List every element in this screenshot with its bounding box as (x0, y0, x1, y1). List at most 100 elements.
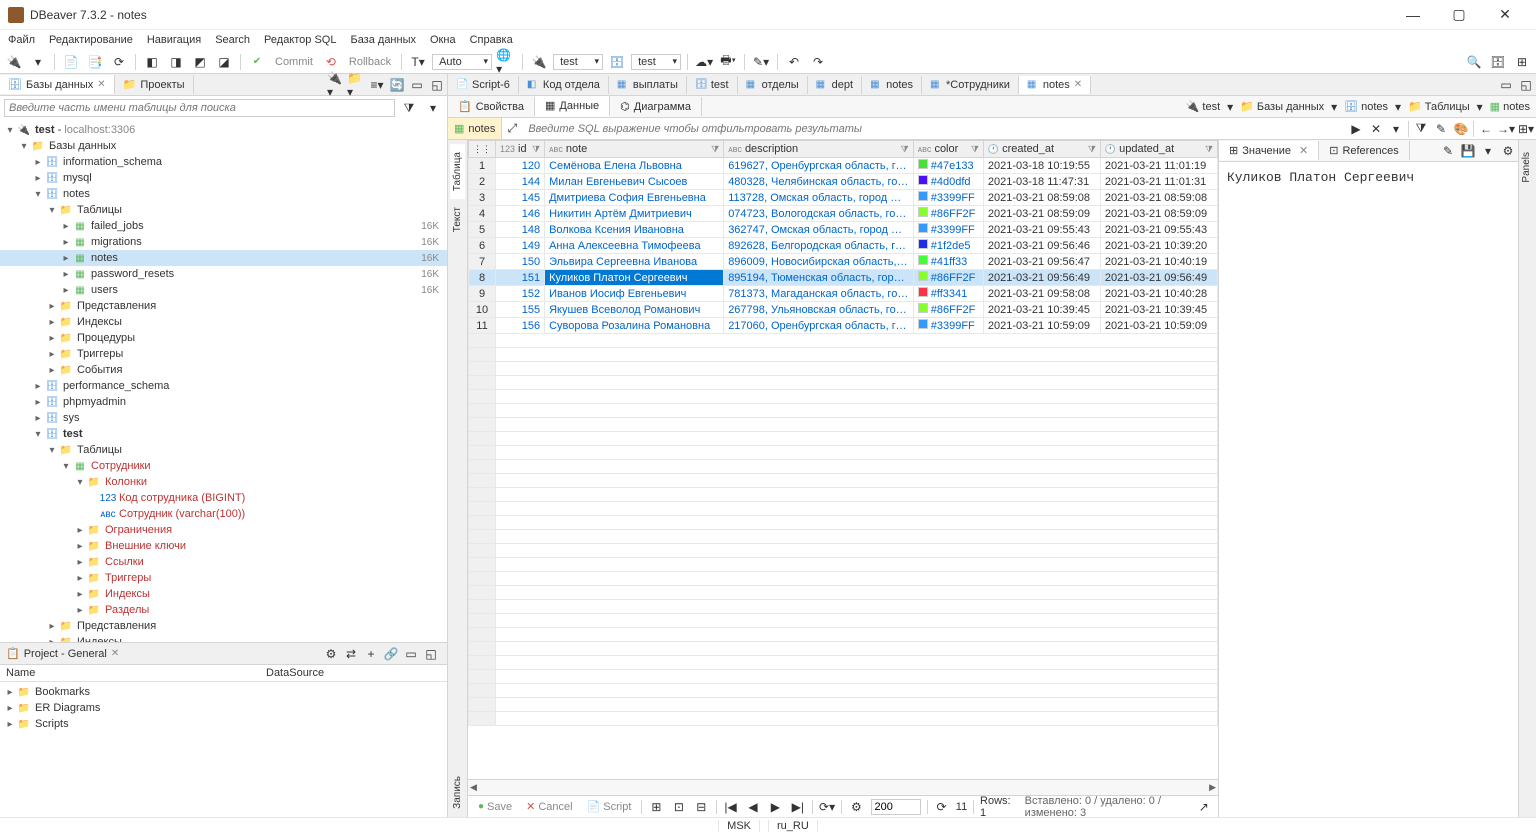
edit-del-icon[interactable]: ⊟ (693, 797, 709, 817)
filter-label[interactable]: ▦notes (448, 118, 502, 139)
cell-updated[interactable]: 2021-03-21 08:59:09 (1100, 206, 1217, 222)
tab-databases[interactable]: 🗄 Базы данных ✕ (0, 75, 115, 94)
filter-funnel-icon[interactable]: ⧩ (1411, 119, 1431, 139)
proj-gear-icon[interactable]: ⚙ (321, 644, 341, 664)
tree-constraints[interactable]: ▸📁Ограничения (0, 522, 447, 538)
cell-updated[interactable]: 2021-03-21 09:55:43 (1100, 222, 1217, 238)
rp-cfg-icon[interactable]: ⚙ (1498, 141, 1518, 161)
tree-fks[interactable]: ▸📁Внешние ключи (0, 538, 447, 554)
cell-updated[interactable]: 2021-03-21 09:56:49 (1100, 270, 1217, 286)
cell-id[interactable]: 120 (496, 158, 545, 174)
filter-ref-icon[interactable]: ⊞▾ (1516, 119, 1536, 139)
txn-button[interactable]: T▾ (408, 52, 428, 72)
tb-pencil-icon[interactable]: ✎▾ (751, 52, 771, 72)
column-header-created_at[interactable]: 🕐created_at⧩ (983, 141, 1100, 158)
cell-desc[interactable]: 896009, Новосибирская область, город Кра… (724, 254, 914, 270)
tree-infoschema[interactable]: ▸🗄information_schema (0, 154, 447, 170)
cell-color[interactable]: #3399FF (913, 190, 983, 206)
data-grid[interactable]: ⋮⋮123id⧩ᴀʙᴄnote⧩ᴀʙᴄdescription⧩ᴀʙᴄcolor⧩… (468, 140, 1218, 779)
filter-expand-icon[interactable]: ⤢ (502, 119, 522, 139)
rownum-header[interactable]: ⋮⋮ (469, 141, 496, 158)
cell-note[interactable]: Семёнова Елена Львовна (545, 158, 724, 174)
subtab-props[interactable]: 📋Свойства (448, 97, 535, 116)
cell-note[interactable]: Эльвира Сергеевна Иванова (545, 254, 724, 270)
cell-note[interactable]: Куликов Платон Сергеевич (545, 270, 724, 286)
rownum-cell[interactable]: 11 (469, 318, 496, 334)
filter-icon[interactable]: ⧩ (971, 144, 979, 155)
filter-icon[interactable]: ⧩ (901, 144, 909, 155)
cell-id[interactable]: 156 (496, 318, 545, 334)
edit-dup-icon[interactable]: ⊡ (671, 797, 687, 817)
vtab-table[interactable]: Таблица (450, 144, 465, 199)
nav-first-icon[interactable]: |◀ (722, 797, 738, 817)
cell-created[interactable]: 2021-03-18 11:47:31 (983, 174, 1100, 190)
cell-color[interactable]: #41ff33 (913, 254, 983, 270)
commit-label[interactable]: Commit (271, 56, 317, 68)
tree-test-indexes[interactable]: ▸📁Индексы (0, 634, 447, 642)
rownum-cell[interactable]: 8 (469, 270, 496, 286)
tree-views[interactable]: ▸📁Представления (0, 298, 447, 314)
rownum-cell[interactable]: 7 (469, 254, 496, 270)
menu-database[interactable]: База данных (350, 34, 416, 46)
maximize-button[interactable]: ▢ (1436, 0, 1482, 29)
rownum-cell[interactable]: 5 (469, 222, 496, 238)
table-row[interactable]: 8151Куликов Платон Сергеевич895194, Тюме… (469, 270, 1218, 286)
tree-tables[interactable]: ▾📁Таблицы (0, 202, 447, 218)
cell-updated[interactable]: 2021-03-21 10:59:09 (1100, 318, 1217, 334)
menu-window[interactable]: Окна (430, 34, 456, 46)
proj-bookmarks[interactable]: ▸📁Bookmarks (0, 684, 447, 700)
bc-tables[interactable]: 📁Таблицы (1408, 100, 1470, 113)
cell-desc[interactable]: 074723, Вологодская область, город Солне… (724, 206, 914, 222)
save-button[interactable]: ●Save (474, 800, 516, 814)
cell-note[interactable]: Милан Евгеньевич Сысоев (545, 174, 724, 190)
connection-combo[interactable]: test (553, 54, 603, 70)
editor-tab[interactable]: ▦выплаты (609, 76, 687, 94)
cell-id[interactable]: 146 (496, 206, 545, 222)
auto-combo[interactable]: Auto (432, 54, 492, 70)
tree-kolonki[interactable]: ▾📁Колонки (0, 474, 447, 490)
cell-note[interactable]: Якушев Всеволод Романович (545, 302, 724, 318)
tree-sotrudniki[interactable]: ▾▦Сотрудники (0, 458, 447, 474)
cell-created[interactable]: 2021-03-21 09:56:46 (983, 238, 1100, 254)
cell-created[interactable]: 2021-03-18 10:19:55 (983, 158, 1100, 174)
tree-col-kod[interactable]: 123Код сотрудника (BIGINT) (0, 490, 447, 506)
tree-test-views[interactable]: ▸📁Представления (0, 618, 447, 634)
cell-color[interactable]: #86FF2F (913, 302, 983, 318)
cell-note[interactable]: Волкова Ксения Ивановна (545, 222, 724, 238)
tree-mysql[interactable]: ▸🗄mysql (0, 170, 447, 186)
editor-tab[interactable]: 🗄test (687, 76, 738, 94)
close-icon[interactable]: ✕ (1074, 79, 1082, 90)
tree-notes-db[interactable]: ▾🗄notes (0, 186, 447, 202)
rownum-cell[interactable]: 9 (469, 286, 496, 302)
cell-updated[interactable]: 2021-03-21 10:40:19 (1100, 254, 1217, 270)
proj-scripts[interactable]: ▸📁Scripts (0, 716, 447, 732)
cell-note[interactable]: Дмитриева София Евгеньевна (545, 190, 724, 206)
close-icon[interactable]: ✕ (111, 648, 119, 659)
menu-search[interactable]: Search (215, 34, 250, 46)
menu-navigation[interactable]: Навигация (147, 34, 201, 46)
filter-apply-icon[interactable]: ▶ (1346, 119, 1366, 139)
table-row[interactable]: 10155Якушев Всеволод Романович267798, Ул… (469, 302, 1218, 318)
rp-save-icon[interactable]: 💾 (1458, 141, 1478, 161)
table-row[interactable]: 5148Волкова Ксения Ивановна362747, Омска… (469, 222, 1218, 238)
tree-search-dropdown[interactable]: ▾ (423, 98, 443, 118)
tb-redo-icon[interactable]: ↷ (808, 52, 828, 72)
tree-filter-funnel-icon[interactable]: ⧩ (399, 98, 419, 118)
table-row[interactable]: 6149Анна Алексеевна Тимофеева892628, Бел… (469, 238, 1218, 254)
cell-updated[interactable]: 2021-03-21 10:39:20 (1100, 238, 1217, 254)
refresh-button[interactable]: 🌐▾ (496, 52, 516, 72)
rownum-cell[interactable]: 6 (469, 238, 496, 254)
refresh-count-icon[interactable]: ⟳ (933, 797, 949, 817)
minimize-button[interactable]: — (1390, 0, 1436, 29)
tree-events[interactable]: ▸📁События (0, 362, 447, 378)
table-row[interactable]: 4146Никитин Артём Дмитриевич074723, Воло… (469, 206, 1218, 222)
filter-fwd-icon[interactable]: →▾ (1496, 119, 1516, 139)
filter-icon[interactable]: ⧩ (532, 144, 540, 155)
proj-min-icon[interactable]: ▭ (401, 644, 421, 664)
cell-id[interactable]: 152 (496, 286, 545, 302)
rp-dd-icon[interactable]: ▾ (1478, 141, 1498, 161)
rollback-label[interactable]: Rollback (345, 56, 395, 68)
proj-link2-icon[interactable]: 🔗 (381, 644, 401, 664)
column-header-note[interactable]: ᴀʙᴄnote⧩ (545, 141, 724, 158)
cell-id[interactable]: 155 (496, 302, 545, 318)
